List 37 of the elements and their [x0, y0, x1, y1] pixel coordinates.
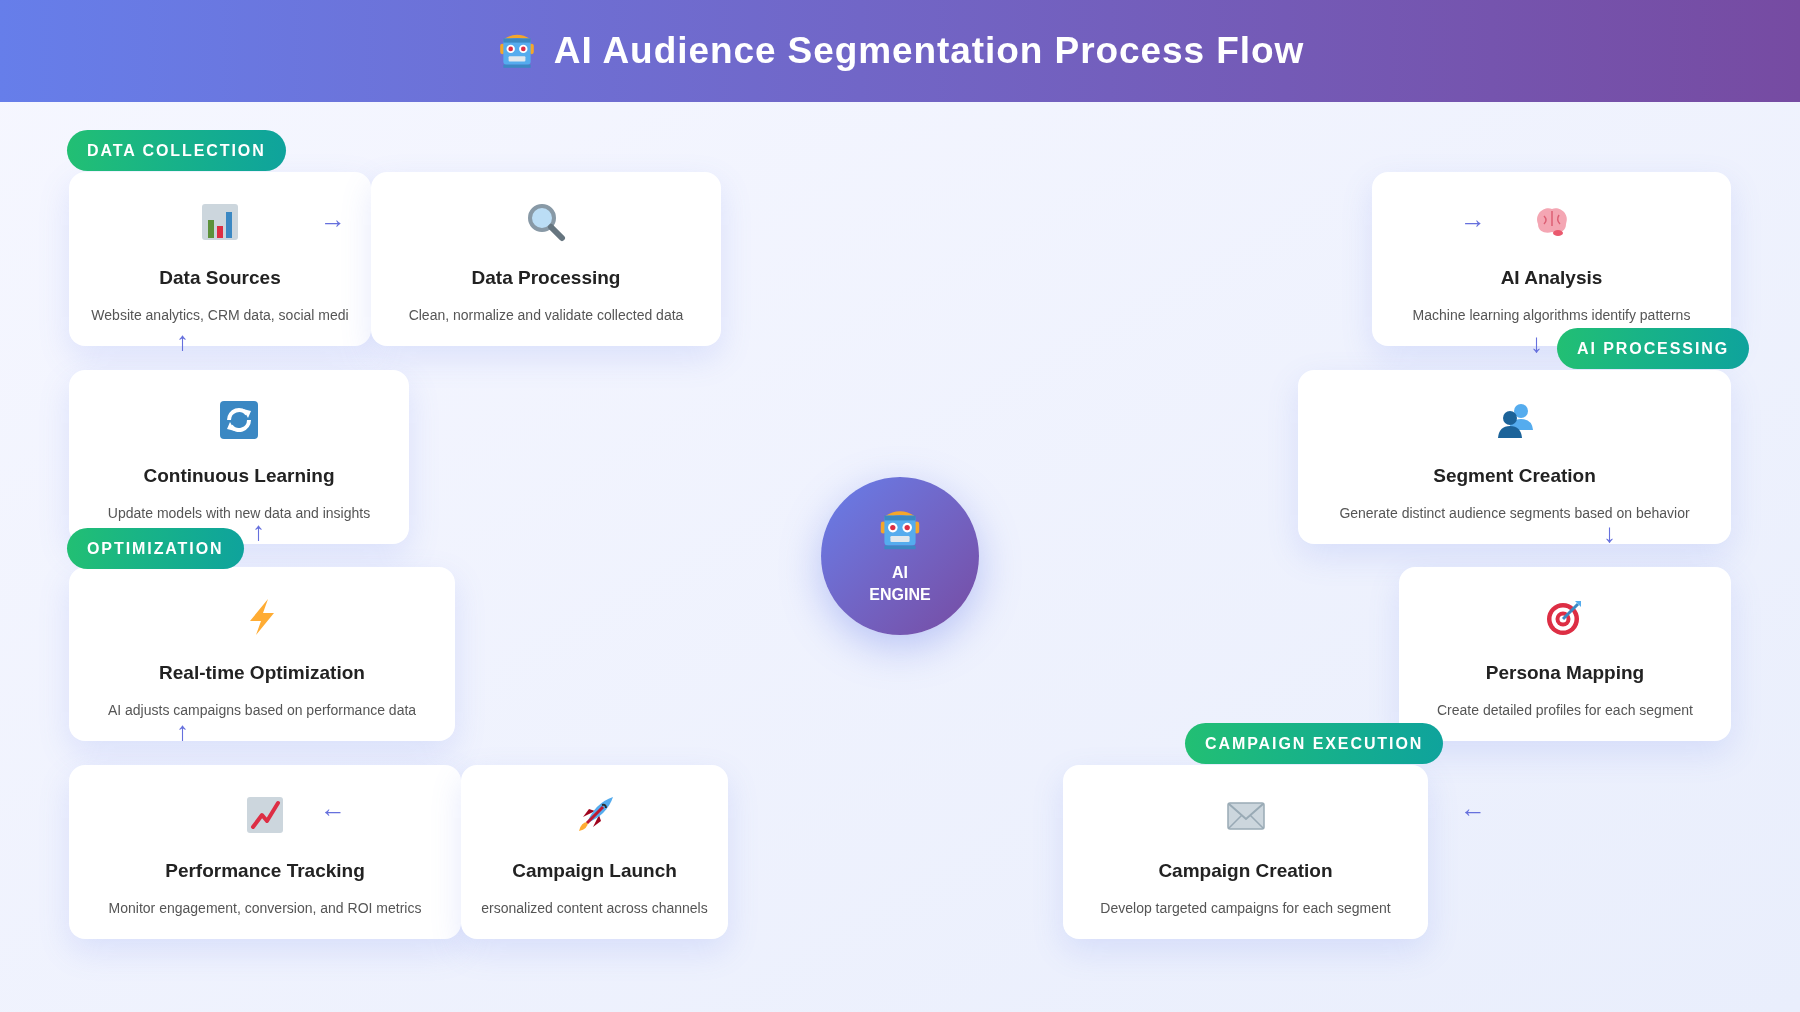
step-description: Machine learning algorithms identify patterns — [1412, 305, 1691, 325]
flow-arrow: ↓ — [1603, 520, 1616, 546]
engine-label: AI ENGINE — [868, 563, 932, 605]
step-description: ersonalized content across channels — [481, 898, 708, 918]
step-description: Clean, normalize and validate collected data — [408, 305, 684, 325]
step-description: Monitor engagement, conversion, and ROI metrics — [108, 898, 422, 918]
step-title: AI Analysis — [1500, 266, 1603, 290]
flow-arrow: → — [1460, 206, 1486, 232]
step-title: Campaign Creation — [1158, 859, 1333, 883]
phase-badge: AI PROCESSING — [1557, 328, 1750, 369]
bar-chart-icon — [200, 202, 240, 242]
page-title: AI Audience Segmentation Process Flow — [553, 29, 1305, 74]
refresh-icon — [219, 400, 259, 440]
magnifier-icon — [526, 202, 566, 242]
step-description: Generate distinct audience segments based on behavior — [1339, 503, 1690, 523]
trend-chart-icon — [245, 795, 285, 835]
flow-arrow: → — [320, 206, 346, 232]
flow-arrow: ↑ — [176, 328, 189, 354]
step-title: Real-time Optimization — [159, 661, 365, 685]
step-title: Segment Creation — [1433, 464, 1596, 488]
step-description: Create detailed profiles for each segment — [1436, 700, 1693, 720]
step-description: Develop targeted campaigns for each segment — [1100, 898, 1391, 918]
step-title: Persona Mapping — [1485, 661, 1645, 685]
flow-arrow: ↓ — [1530, 330, 1543, 356]
phase-badge: CAMPAIGN EXECUTION — [1185, 723, 1444, 764]
step-title: Performance Tracking — [165, 859, 365, 883]
flow-arrow: ← — [320, 795, 346, 821]
step-description: Website analytics, CRM data, social medi — [91, 305, 349, 325]
step-title: Continuous Learning — [143, 464, 335, 488]
step-title: Data Sources — [159, 266, 281, 290]
step-description: AI adjusts campaigns based on performance data — [107, 700, 417, 720]
phase-badge: OPTIMIZATION — [67, 528, 244, 569]
phase-badge: DATA COLLECTION — [67, 130, 286, 171]
step-title: Data Processing — [471, 266, 621, 290]
flow-arrow: ← — [1460, 795, 1486, 821]
step-title: Campaign Launch — [512, 859, 677, 883]
flow-arrow: ↑ — [176, 718, 189, 744]
